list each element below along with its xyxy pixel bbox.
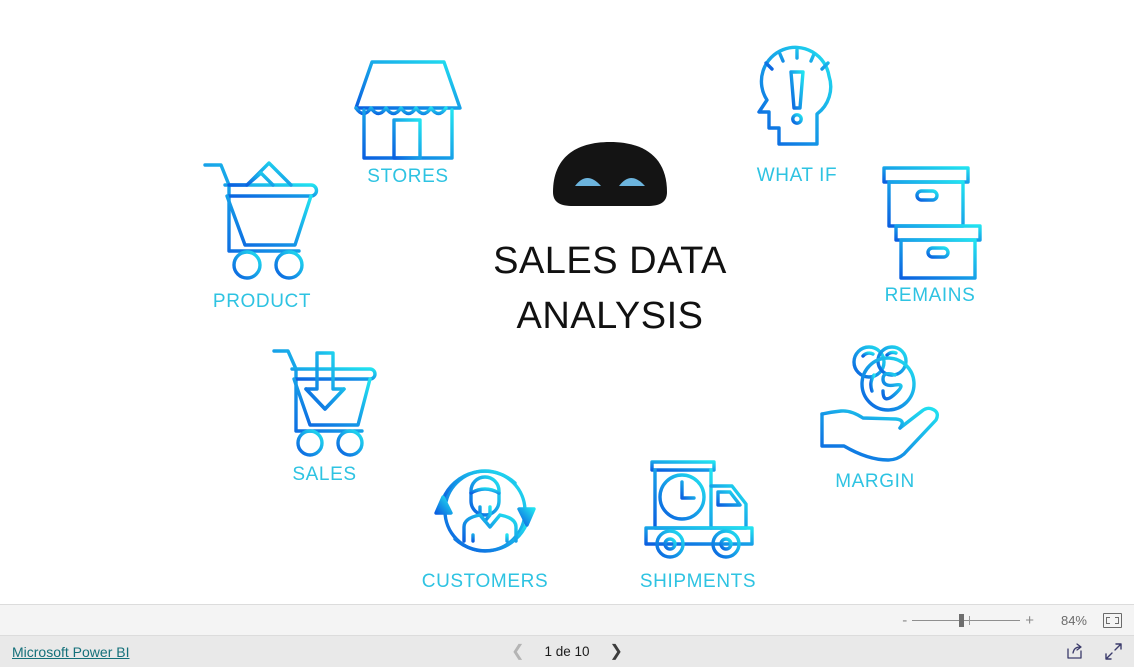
node-label: SHIPMENTS [639, 571, 757, 592]
zoom-slider-handle[interactable] [959, 613, 965, 627]
report-center-brand: SALES DATA ANALYSIS [430, 140, 790, 344]
node-label: CUSTOMERS [421, 571, 549, 592]
chevron-right-icon[interactable]: ❯ [610, 643, 623, 660]
node-label: PRODUCT [212, 291, 312, 312]
node-label: REMAINS [884, 285, 976, 306]
zoom-out-button[interactable]: - [897, 613, 912, 628]
zoom-toolbar: - + 84% [0, 604, 1134, 636]
page-title: SALES DATA ANALYSIS [430, 234, 790, 344]
fit-to-page-icon[interactable] [1103, 612, 1122, 628]
chevron-left-icon[interactable]: ❮ [511, 643, 524, 660]
page-indicator-label: 1 de 10 [544, 644, 590, 659]
node-margin[interactable]: MARGIN [790, 342, 960, 493]
zoom-level-label: 84% [1060, 612, 1087, 628]
page-title-line2: ANALYSIS [516, 295, 704, 337]
fullscreen-icon[interactable] [1105, 643, 1122, 660]
zoom-in-button[interactable]: + [1020, 613, 1039, 628]
hand-coins-dollar-icon [808, 342, 943, 470]
share-icon[interactable] [1066, 643, 1083, 660]
delivery-truck-clock-icon [634, 452, 762, 570]
zoom-slider[interactable] [912, 613, 1021, 627]
robot-face-icon [551, 140, 669, 208]
node-shipments[interactable]: SHIPMENTS [613, 452, 783, 593]
page-navigation: ❮ 1 de 10 ❯ [0, 643, 1134, 660]
node-sales[interactable]: SALES [252, 345, 397, 486]
report-canvas: STORES WHAT IF REMAINS MARGIN SHIPMENTS … [0, 0, 1134, 604]
node-product[interactable]: PRODUCT [187, 155, 337, 313]
zoom-slider-tick [969, 615, 971, 625]
page-title-line1: SALES DATA [493, 240, 727, 282]
node-label: MARGIN [835, 471, 915, 492]
zoom-slider-track [912, 619, 1021, 621]
stacked-boxes-icon [868, 162, 992, 284]
node-customers[interactable]: CUSTOMERS [400, 455, 570, 593]
cart-goods-icon [195, 155, 330, 290]
customer-refresh-icon [426, 455, 544, 570]
cart-down-arrow-icon [266, 345, 384, 463]
power-bi-report-viewer: STORES WHAT IF REMAINS MARGIN SHIPMENTS … [0, 0, 1134, 667]
report-footer-bar: Microsoft Power BI ❮ 1 de 10 ❯ [0, 636, 1134, 667]
footer-actions [1066, 643, 1122, 660]
node-remains[interactable]: REMAINS [855, 162, 1005, 307]
node-label: SALES [292, 464, 357, 485]
